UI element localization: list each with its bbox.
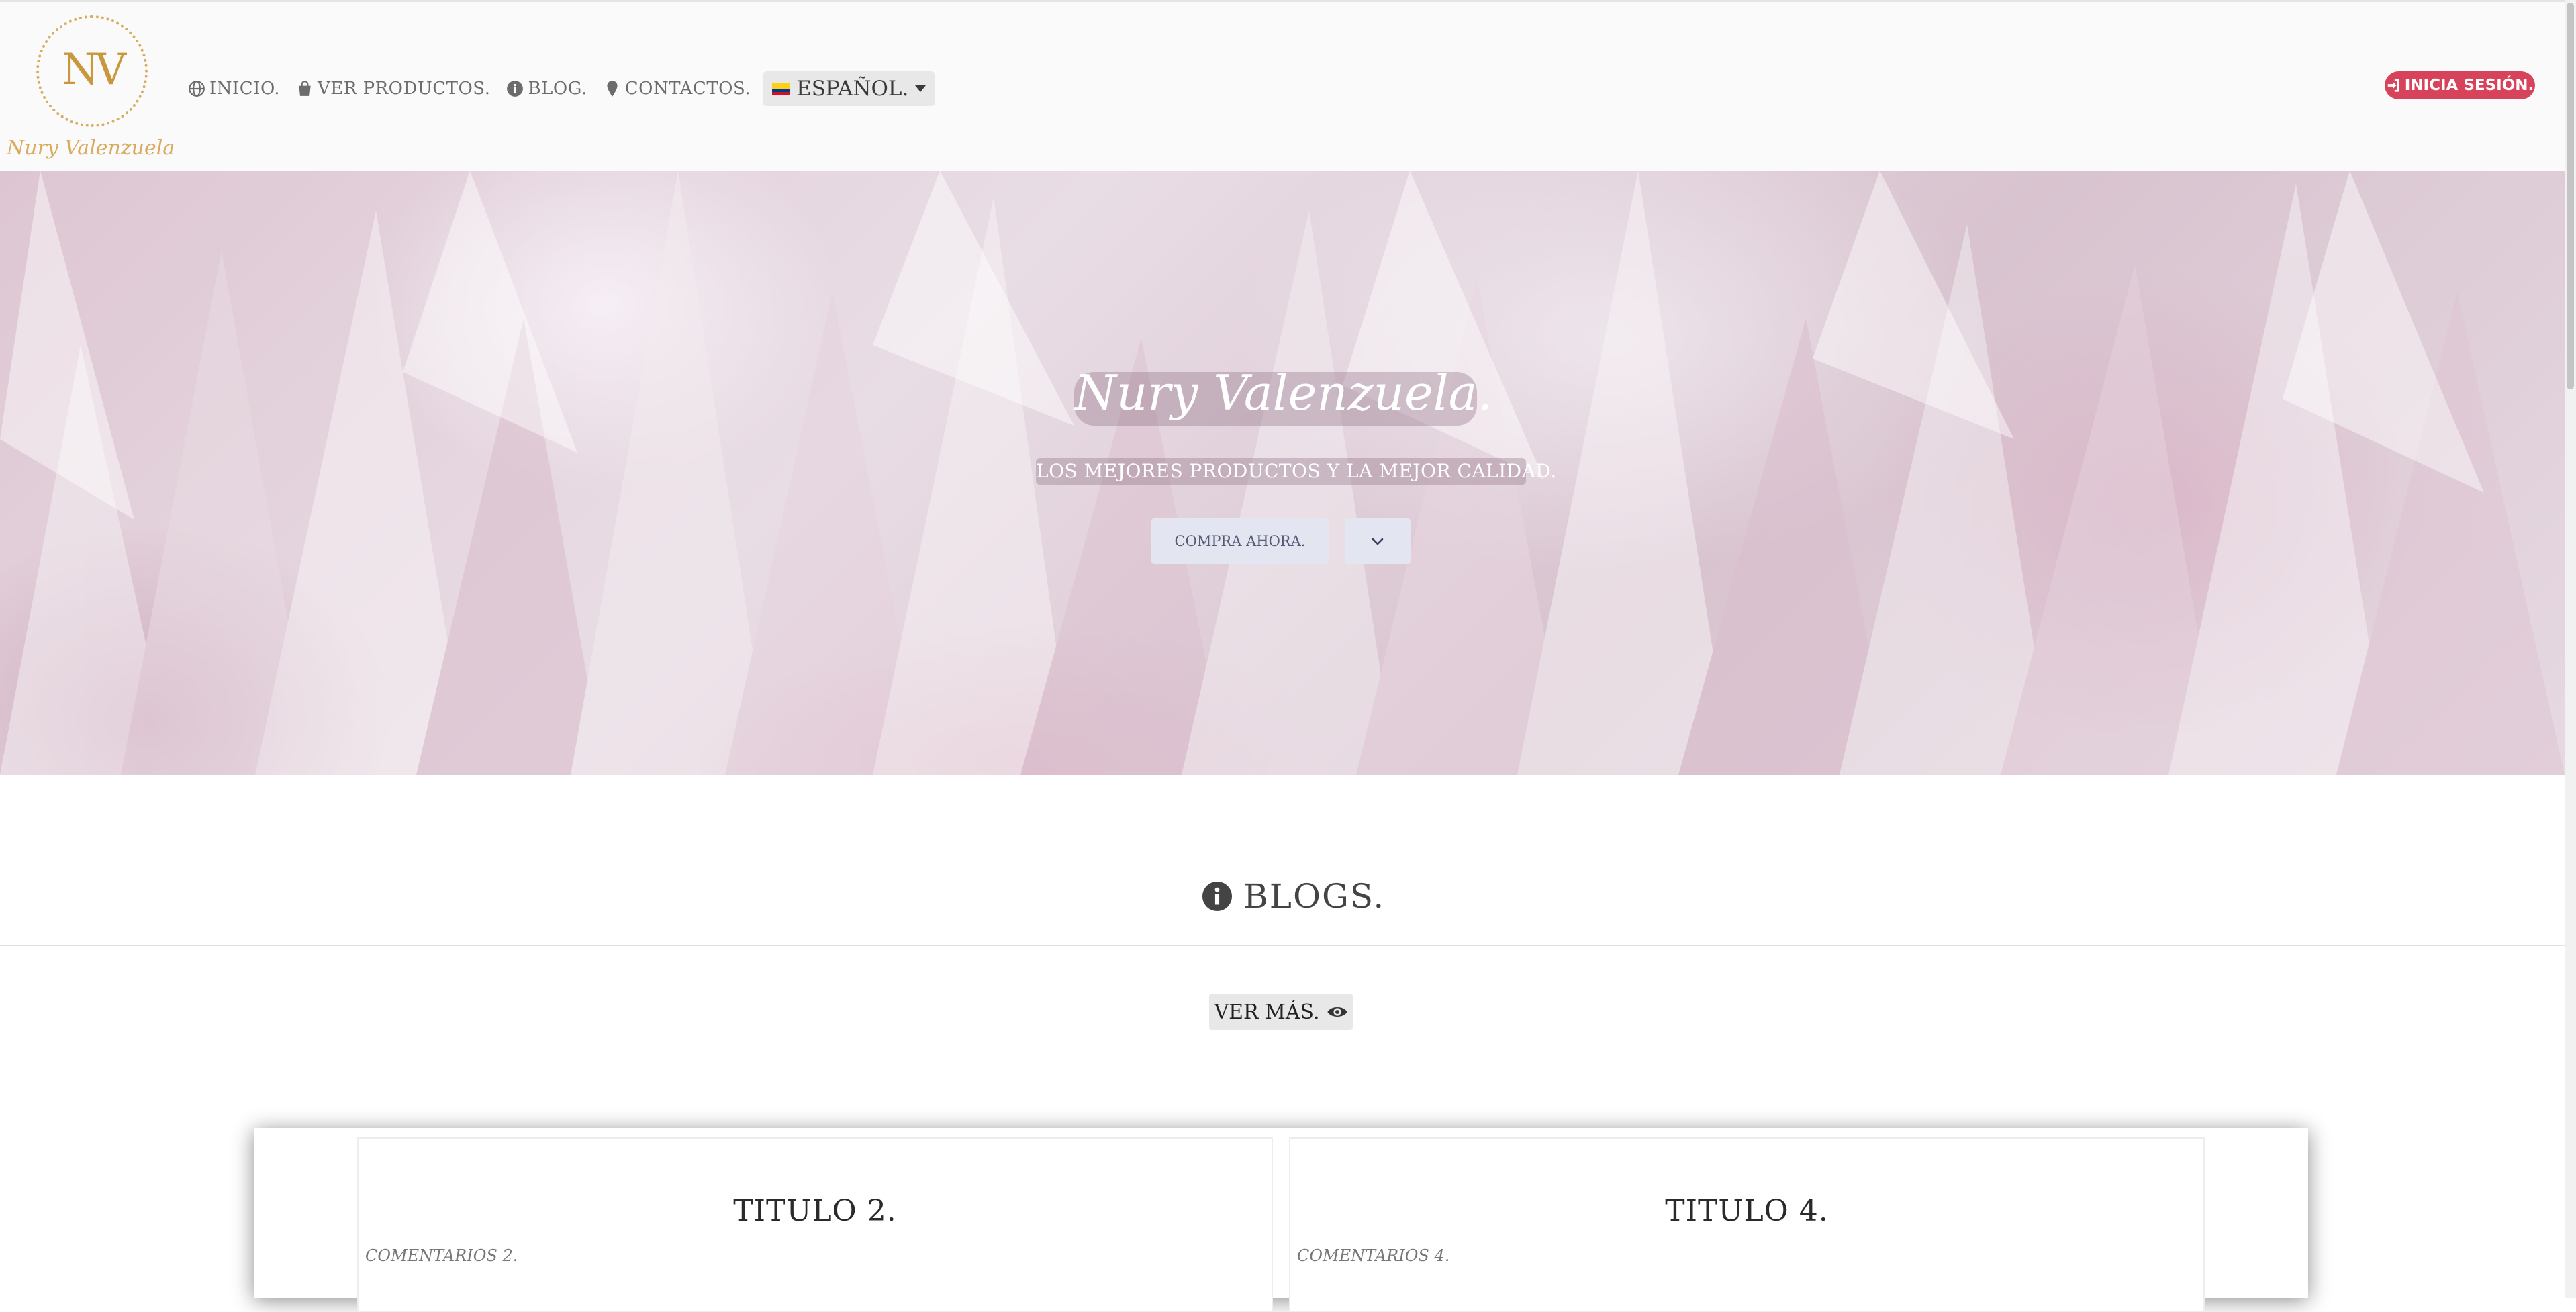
section-divider	[0, 945, 2565, 946]
logo-monogram: NV	[61, 45, 126, 95]
info-circle-icon	[507, 81, 524, 97]
scrollbar-thumb[interactable]	[2567, 3, 2574, 389]
blog-card-comment: Comentarios 2.	[365, 1246, 518, 1265]
blog-card-title: Titulo 4.	[1665, 1194, 1829, 1228]
logo-signature: Nury Valenzuela	[7, 136, 175, 160]
blog-card-comment: Comentarios 4.	[1297, 1246, 1450, 1265]
colombia-flag-icon	[772, 83, 790, 95]
see-more-label: VER MÁS.	[1214, 1000, 1320, 1024]
nav-item-label: Contactos.	[624, 79, 751, 99]
hero-banner: Nury Valenzuela. LOS MEJORES PRODUCTOS Y…	[0, 171, 2565, 775]
info-circle-icon	[1202, 881, 1233, 912]
shopping-bag-icon	[299, 81, 311, 96]
nav-item-ver-productos[interactable]: Ver productos.	[296, 79, 490, 99]
nav-links: Inicio. Ver productos. Blog. Contactos.	[188, 71, 936, 106]
globe-icon	[189, 81, 205, 97]
login-label: INICIA SESIÓN.	[2404, 77, 2534, 94]
blog-card-title: Titulo 2.	[733, 1194, 897, 1228]
nav-item-contactos[interactable]: Contactos.	[604, 79, 751, 99]
chevron-down-icon	[1372, 538, 1384, 545]
language-dropdown[interactable]: ESPAÑOL.	[763, 71, 936, 106]
login-button[interactable]: INICIA SESIÓN.	[2385, 71, 2535, 99]
nav-item-label: Blog.	[528, 79, 587, 99]
blogs-heading: BLOGS.	[1202, 873, 1385, 920]
see-more-button[interactable]: VER MÁS.	[1209, 994, 1353, 1030]
eye-icon	[1327, 1007, 1347, 1017]
brand-logo[interactable]: NV Nury Valenzuela	[7, 15, 175, 165]
blog-card[interactable]: Titulo 2. Comentarios 2.	[357, 1137, 1273, 1312]
hero-title: Nury Valenzuela.	[1074, 369, 1492, 426]
hero-subtitle: LOS MEJORES PRODUCTOS Y LA MEJOR CALIDAD…	[1036, 458, 1556, 485]
blog-card[interactable]: Titulo 4. Comentarios 4.	[1289, 1137, 2205, 1312]
nav-item-label: Ver productos.	[318, 79, 491, 99]
language-label: ESPAÑOL.	[796, 77, 909, 101]
sign-in-icon	[2387, 79, 2399, 92]
map-marker-icon	[607, 81, 618, 97]
nav-item-inicio[interactable]: Inicio.	[188, 79, 280, 99]
shop-now-button[interactable]: COMPRA AHORA.	[1151, 518, 1329, 564]
navbar: NV Nury Valenzuela Inicio. Ver productos…	[0, 0, 2565, 171]
nav-item-blog[interactable]: Blog.	[506, 79, 587, 99]
caret-down-icon	[915, 85, 926, 92]
nav-item-label: Inicio.	[209, 79, 281, 99]
scroll-down-button[interactable]	[1345, 518, 1411, 564]
blogs-heading-label: BLOGS.	[1243, 877, 1386, 916]
blog-carousel: Titulo 2. Comentarios 2. Titulo 4. Comen…	[254, 1128, 2308, 1312]
